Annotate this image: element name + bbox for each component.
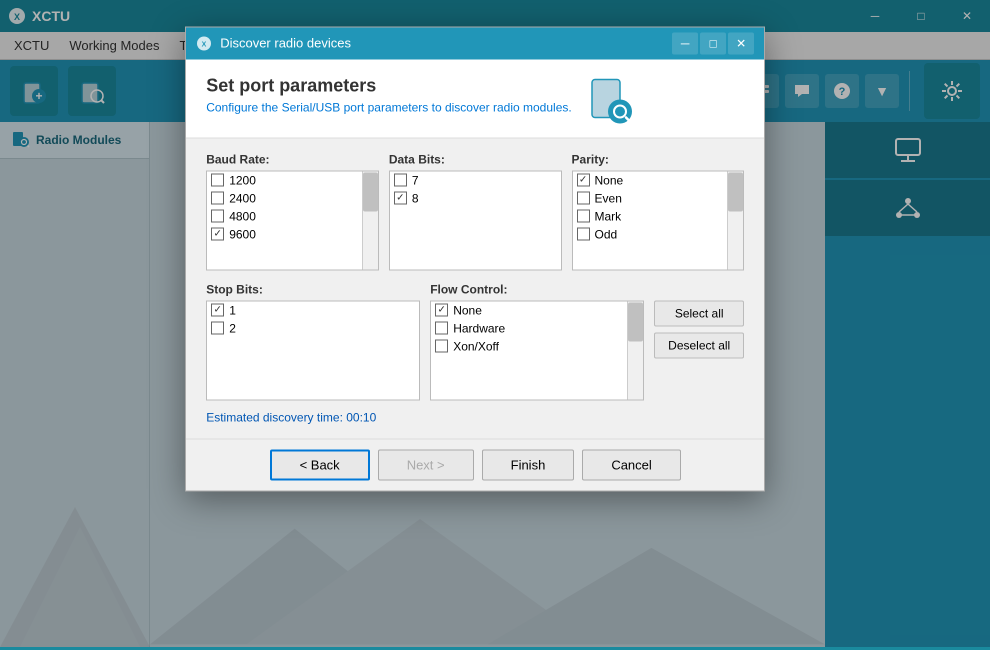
flow-control-label: Flow Control: <box>430 282 644 296</box>
dialog-header-text: Set port parameters Configure the Serial… <box>206 75 572 114</box>
top-params-grid: Baud Rate: 1200 2400 4800 <box>206 152 744 270</box>
baud-9600-checkbox[interactable] <box>211 228 224 241</box>
baud-rate-2400[interactable]: 2400 <box>207 189 362 207</box>
svg-text:X: X <box>202 41 207 48</box>
cancel-button[interactable]: Cancel <box>582 449 680 480</box>
data-7-checkbox[interactable] <box>394 174 407 187</box>
baud-rate-scroll-thumb <box>363 173 378 212</box>
data-bits-list-content[interactable]: 7 8 <box>390 171 561 269</box>
bottom-params-grid: Stop Bits: 1 2 Flow <box>206 282 744 400</box>
flow-hardware-checkbox[interactable] <box>435 322 448 335</box>
baud-1200-checkbox[interactable] <box>211 174 224 187</box>
stop-1-checkbox[interactable] <box>211 304 224 317</box>
flow-xonxoff-checkbox[interactable] <box>435 340 448 353</box>
parity-scrollbar[interactable] <box>727 171 743 269</box>
dialog-body: Baud Rate: 1200 2400 4800 <box>186 138 764 438</box>
dialog-heading: Set port parameters <box>206 75 572 96</box>
parity-even[interactable]: Even <box>573 189 728 207</box>
dialog-header: Set port parameters Configure the Serial… <box>186 59 764 138</box>
baud-rate-9600[interactable]: 9600 <box>207 225 362 243</box>
stop-bits-section: Stop Bits: 1 2 <box>206 282 420 400</box>
parity-list[interactable]: None Even Mark Odd <box>572 170 745 270</box>
next-button[interactable]: Next > <box>378 449 474 480</box>
parity-mark-checkbox[interactable] <box>577 210 590 223</box>
discover-icon <box>584 75 636 127</box>
flow-xonxoff[interactable]: Xon/Xoff <box>431 337 627 355</box>
parity-even-checkbox[interactable] <box>577 192 590 205</box>
flow-hardware[interactable]: Hardware <box>431 319 627 337</box>
stop-bits-2[interactable]: 2 <box>207 319 419 337</box>
baud-rate-1200[interactable]: 1200 <box>207 171 362 189</box>
dialog-title: Discover radio devices <box>220 36 351 51</box>
back-button[interactable]: < Back <box>270 449 370 480</box>
data-8-checkbox[interactable] <box>394 192 407 205</box>
flow-control-list[interactable]: None Hardware Xon/Xoff <box>430 300 644 400</box>
parity-label: Parity: <box>572 152 745 166</box>
dialog-description: Configure the Serial/USB port parameters… <box>206 100 572 114</box>
stop-bits-1[interactable]: 1 <box>207 301 419 319</box>
data-bits-section: Data Bits: 7 8 <box>389 152 562 270</box>
data-bits-8[interactable]: 8 <box>390 189 561 207</box>
parity-list-content[interactable]: None Even Mark Odd <box>573 171 728 269</box>
stop-bits-list-content[interactable]: 1 2 <box>207 301 419 399</box>
parity-scroll-thumb <box>728 173 743 212</box>
parity-odd-checkbox[interactable] <box>577 228 590 241</box>
dialog-controls: ─ □ ✕ <box>672 32 754 54</box>
data-bits-7[interactable]: 7 <box>390 171 561 189</box>
dialog-footer: < Back Next > Finish Cancel <box>186 438 764 490</box>
dialog-header-icon <box>584 75 636 127</box>
dialog-minimize-button[interactable]: ─ <box>672 32 698 54</box>
dialog-logo-icon: X <box>196 35 212 51</box>
flow-none-checkbox[interactable] <box>435 304 448 317</box>
data-bits-list[interactable]: 7 8 <box>389 170 562 270</box>
flow-control-section: Flow Control: None Hardware <box>430 282 644 400</box>
discover-dialog: X Discover radio devices ─ □ ✕ Set port … <box>185 26 765 491</box>
finish-button[interactable]: Finish <box>482 449 575 480</box>
parity-none-checkbox[interactable] <box>577 174 590 187</box>
estimated-time: Estimated discovery time: 00:10 <box>206 410 744 424</box>
dialog-close-button[interactable]: ✕ <box>728 32 754 54</box>
baud-2400-checkbox[interactable] <box>211 192 224 205</box>
baud-rate-list[interactable]: 1200 2400 4800 9600 <box>206 170 379 270</box>
flow-control-list-content[interactable]: None Hardware Xon/Xoff <box>431 301 627 399</box>
baud-rate-list-content[interactable]: 1200 2400 4800 9600 <box>207 171 362 269</box>
flow-scrollbar[interactable] <box>627 301 643 399</box>
stop-bits-list[interactable]: 1 2 <box>206 300 420 400</box>
stop-2-checkbox[interactable] <box>211 322 224 335</box>
parity-odd[interactable]: Odd <box>573 225 728 243</box>
select-buttons-container: Select all Deselect all <box>654 282 744 358</box>
baud-rate-label: Baud Rate: <box>206 152 379 166</box>
data-bits-label: Data Bits: <box>389 152 562 166</box>
dialog-title-bar: X Discover radio devices ─ □ ✕ <box>186 27 764 59</box>
flow-none[interactable]: None <box>431 301 627 319</box>
deselect-all-button[interactable]: Deselect all <box>654 332 744 358</box>
flow-scroll-thumb <box>628 303 643 342</box>
select-all-button[interactable]: Select all <box>654 300 744 326</box>
baud-rate-4800[interactable]: 4800 <box>207 207 362 225</box>
parity-mark[interactable]: Mark <box>573 207 728 225</box>
dialog-restore-button[interactable]: □ <box>700 32 726 54</box>
baud-rate-scrollbar[interactable] <box>362 171 378 269</box>
baud-4800-checkbox[interactable] <box>211 210 224 223</box>
stop-bits-label: Stop Bits: <box>206 282 420 296</box>
parity-none[interactable]: None <box>573 171 728 189</box>
baud-rate-section: Baud Rate: 1200 2400 4800 <box>206 152 379 270</box>
parity-section: Parity: None Even Mark <box>572 152 745 270</box>
